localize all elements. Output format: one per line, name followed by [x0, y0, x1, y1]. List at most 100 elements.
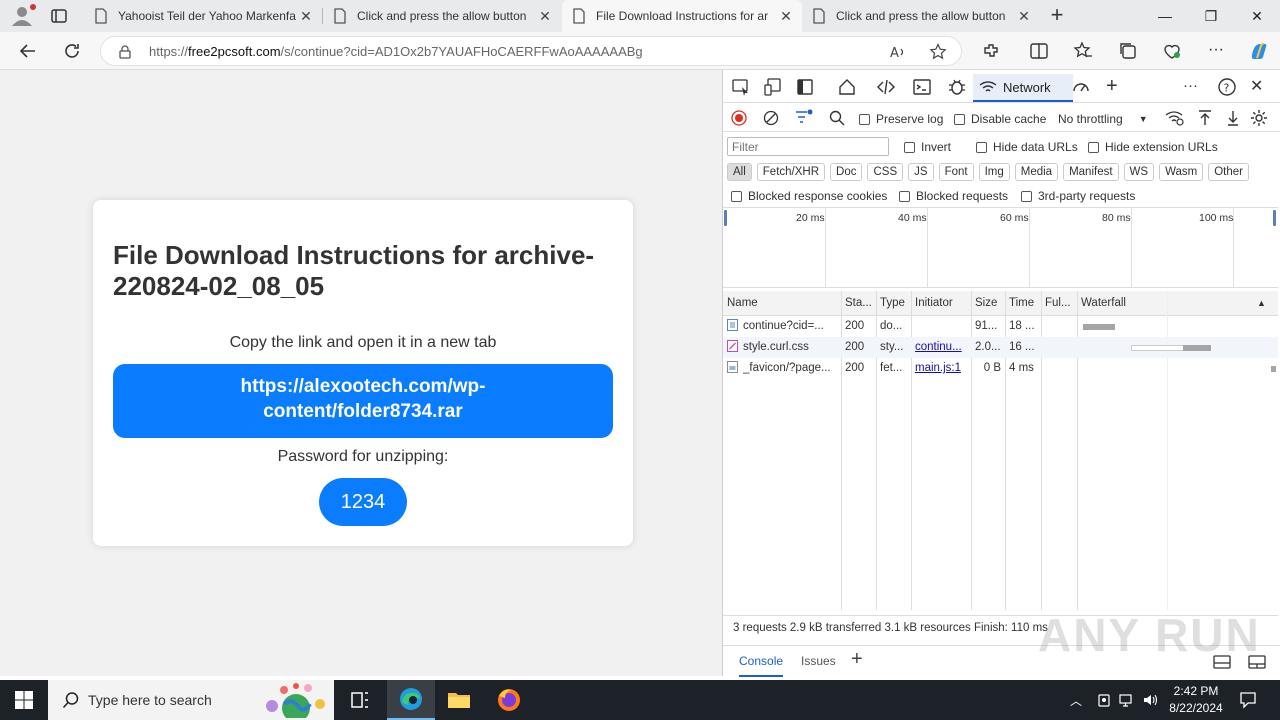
checkbox-box[interactable] — [976, 141, 987, 153]
checkbox-box[interactable] — [1021, 190, 1032, 202]
password-badge[interactable]: 1234 — [319, 478, 407, 526]
type-filter-img[interactable]: Img — [978, 163, 1010, 181]
invert-checkbox[interactable]: Invert — [904, 140, 951, 154]
close-tab-icon[interactable]: ✕ — [1016, 8, 1032, 24]
third-party-requests-checkbox[interactable]: 3rd-party requests — [1021, 189, 1135, 203]
inspect-element-icon[interactable] — [731, 77, 751, 97]
record-stop-icon[interactable] — [731, 110, 747, 126]
type-filter-other[interactable]: Other — [1208, 163, 1249, 181]
disable-cache-checkbox[interactable]: Disable cache — [954, 112, 1046, 126]
timeline-right-handle[interactable] — [1273, 210, 1276, 226]
console-icon[interactable] — [912, 77, 932, 97]
type-filter-css[interactable]: CSS — [867, 163, 904, 181]
lock-icon[interactable] — [119, 45, 131, 59]
table-row[interactable]: style.curl.css 200 sty... continu... 2.0… — [723, 337, 1278, 358]
column-header-type[interactable]: Type — [876, 291, 911, 315]
column-header-initiator[interactable]: Initiator — [911, 291, 971, 315]
network-conditions-icon[interactable] — [1165, 109, 1185, 127]
timeline-left-handle[interactable] — [724, 210, 727, 226]
column-header-waterfall[interactable]: Waterfall — [1077, 291, 1247, 315]
more-tools-plus-icon[interactable]: + — [1106, 76, 1126, 97]
elements-icon[interactable] — [876, 77, 896, 97]
back-icon[interactable] — [17, 40, 39, 62]
collections-icon[interactable] — [1118, 41, 1138, 61]
type-filter-all[interactable]: All — [727, 163, 752, 181]
checkbox-box[interactable] — [731, 190, 742, 202]
request-initiator-link[interactable]: continu... — [911, 337, 971, 358]
restore-icon[interactable]: ❐ — [1188, 0, 1234, 32]
filter-icon[interactable] — [795, 109, 813, 125]
throttling-select[interactable]: No throttling ▼ — [1058, 112, 1148, 126]
add-drawer-tab-icon[interactable]: + — [851, 648, 863, 671]
column-header-status[interactable]: Sta... — [841, 291, 876, 315]
devtools-more-icon[interactable]: ··· — [1183, 77, 1203, 97]
notifications-icon[interactable] — [1239, 691, 1257, 709]
favorite-star-icon[interactable] — [929, 43, 947, 61]
tab-allow-button-2[interactable]: Click and press the allow button ✕ — [802, 0, 1040, 32]
tab-yahoo[interactable]: Yahooist Teil der Yahoo Markenfa ✕ — [84, 0, 322, 32]
close-tab-icon[interactable]: ✕ — [537, 8, 553, 24]
network-status-icon[interactable] — [1118, 692, 1134, 708]
type-filter-manifest[interactable]: Manifest — [1063, 163, 1119, 181]
taskbar-clock[interactable]: 2:42 PM 8/22/2024 — [1152, 683, 1240, 717]
table-row[interactable]: _favicon/?page... 200 fet... main.js:1 0… — [723, 358, 1278, 379]
close-window-icon[interactable]: ✕ — [1234, 0, 1280, 32]
type-filter-js[interactable]: JS — [908, 163, 934, 181]
column-header-name[interactable]: Name — [723, 291, 841, 315]
blocked-response-cookies-checkbox[interactable]: Blocked response cookies — [731, 189, 887, 203]
device-emulation-icon[interactable] — [763, 77, 783, 97]
download-link-button[interactable]: https://alexootech.com/wp-content/folder… — [113, 364, 613, 438]
help-icon[interactable]: ? — [1217, 77, 1237, 97]
checkbox-box[interactable] — [904, 141, 915, 153]
task-view-icon[interactable] — [336, 680, 384, 720]
column-header-fulfilled[interactable]: Ful... — [1041, 291, 1077, 315]
request-initiator-link[interactable]: main.js:1 — [911, 358, 971, 379]
read-aloud-icon[interactable]: A — [889, 43, 907, 61]
hide-data-urls-checkbox[interactable]: Hide data URLs — [976, 140, 1078, 154]
taskbar-search-box[interactable]: Type here to search — [48, 680, 334, 720]
security-shield-icon[interactable] — [1096, 692, 1112, 708]
file-explorer-icon[interactable] — [435, 680, 483, 720]
network-settings-gear-icon[interactable] — [1250, 109, 1268, 127]
windows-start-icon[interactable] — [14, 690, 34, 710]
close-tab-icon[interactable]: ✕ — [778, 8, 794, 24]
minimize-icon[interactable]: — — [1142, 0, 1188, 32]
performance-icon[interactable] — [1071, 77, 1091, 97]
tab-allow-button-1[interactable]: Click and press the allow button ✕ — [323, 0, 561, 32]
show-hidden-icons-chevron-icon[interactable]: ︿ — [1070, 692, 1086, 708]
checkbox-box[interactable] — [954, 113, 965, 125]
welcome-home-icon[interactable] — [837, 77, 857, 97]
column-header-size[interactable]: Size — [971, 291, 1005, 315]
tab-network[interactable]: Network — [973, 74, 1073, 102]
type-filter-font[interactable]: Font — [938, 163, 974, 181]
tab-actions-icon[interactable] — [50, 7, 68, 25]
table-row[interactable]: continue?cid=... 200 do... 91... 18 ... — [723, 316, 1278, 337]
hide-extension-urls-checkbox[interactable]: Hide extension URLs — [1088, 140, 1218, 154]
refresh-icon[interactable] — [61, 40, 83, 62]
type-filter-doc[interactable]: Doc — [830, 163, 863, 181]
drawer-tab-issues[interactable]: Issues — [801, 654, 836, 668]
extensions-icon[interactable] — [981, 41, 1001, 61]
more-menu-icon[interactable]: ··· — [1206, 41, 1226, 61]
drawer-tab-console[interactable]: Console — [739, 654, 784, 677]
new-tab-icon[interactable]: + — [1046, 4, 1068, 27]
type-filter-ws[interactable]: WS — [1123, 163, 1155, 181]
taskbar-edge-app[interactable] — [387, 680, 435, 720]
browser-essentials-icon[interactable] — [1162, 41, 1182, 61]
favorites-icon[interactable] — [1073, 41, 1093, 61]
close-devtools-icon[interactable]: ✕ — [1250, 77, 1270, 97]
close-tab-icon[interactable]: ✕ — [298, 8, 314, 24]
type-filter-wasm[interactable]: Wasm — [1159, 163, 1204, 181]
filter-input[interactable] — [727, 137, 889, 156]
url-text[interactable]: https://free2pcsoft.com/s/continue?cid=A… — [149, 44, 643, 59]
column-header-time[interactable]: Time — [1005, 291, 1041, 315]
search-icon[interactable] — [829, 110, 845, 126]
checkbox-box[interactable] — [1088, 141, 1099, 153]
sources-bug-icon[interactable] — [947, 77, 967, 97]
type-filter-media[interactable]: Media — [1014, 163, 1059, 181]
address-bar[interactable]: https://free2pcsoft.com/s/continue?cid=A… — [100, 36, 962, 66]
tab-file-download[interactable]: File Download Instructions for ar ✕ — [562, 0, 802, 32]
network-overview-timeline[interactable]: 20 ms 40 ms 60 ms 80 ms 100 ms — [723, 207, 1278, 288]
dock-side-icon[interactable] — [795, 77, 815, 97]
import-har-icon[interactable] — [1197, 109, 1213, 127]
